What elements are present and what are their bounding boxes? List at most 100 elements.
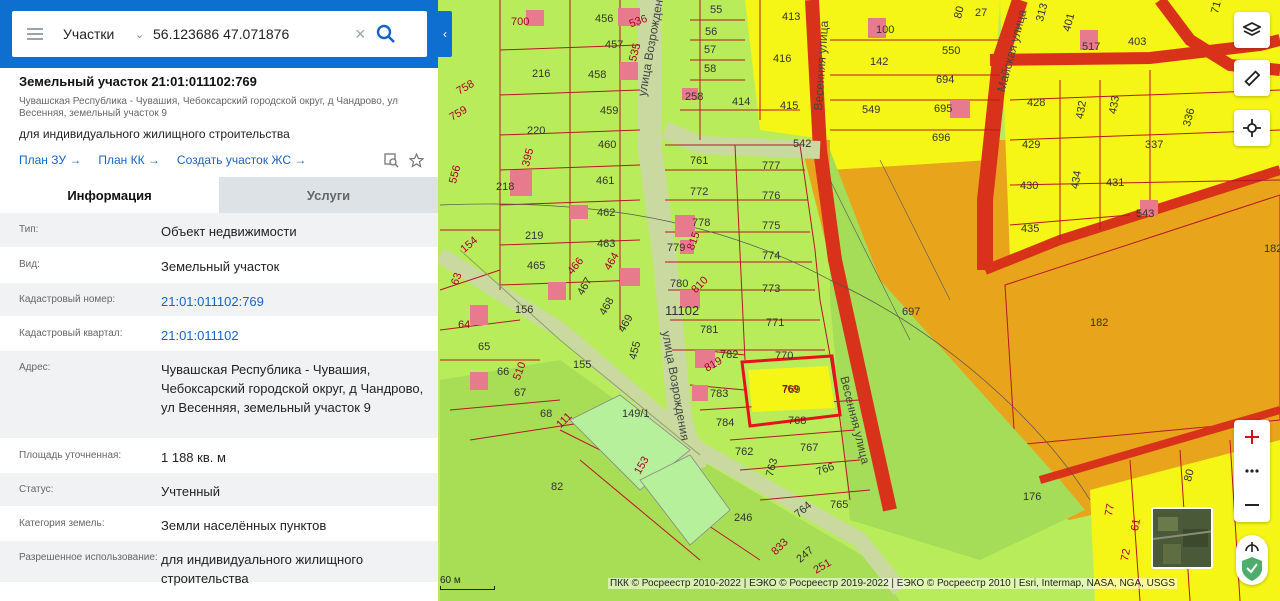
parcel-label: 68	[540, 408, 553, 420]
parcel-label: 771	[766, 317, 785, 329]
parcel-label: 694	[936, 74, 955, 86]
parcel-label: 695	[934, 103, 953, 115]
info-row-label: Вид:	[19, 259, 40, 270]
zoom-in-button[interactable]	[1234, 420, 1270, 454]
parcel-label: 700	[511, 16, 530, 28]
basemap-switch[interactable]	[1151, 507, 1213, 569]
parcel-label: 776	[762, 190, 781, 202]
parcel-label: 246	[734, 512, 753, 524]
parcel-label: 782	[720, 349, 739, 361]
create-parcel-link[interactable]: Создать участок ЖС →	[177, 153, 306, 167]
collapse-panel-button[interactable]: ‹	[438, 11, 452, 57]
parcel-label: 778	[692, 217, 711, 229]
chevron-down-icon[interactable]: ⌄	[135, 28, 145, 41]
parcel-label: 416	[773, 53, 792, 65]
parcel-label: 27	[975, 7, 988, 19]
parcel-label: 456	[595, 13, 614, 25]
info-row-link[interactable]: 21:01:011102	[161, 317, 431, 350]
parcel-label: 543	[1136, 208, 1155, 220]
parcel-label: 156	[515, 304, 534, 316]
info-panel: Участки ⌄ × Земельный участок 21:01:0111…	[0, 0, 438, 601]
parcel-label: 457	[605, 39, 624, 51]
parcel-label: 435	[1021, 223, 1040, 235]
search-input[interactable]	[153, 26, 343, 42]
info-table: Тип: Объект недвижимости Вид: Земельный уча…	[0, 213, 438, 586]
parcel-label: 428	[1027, 97, 1046, 109]
parcel-label: 182	[1264, 243, 1280, 255]
info-row-label: Категория земель:	[19, 518, 105, 529]
info-row: Категория земель: Земли населённых пункто…	[0, 507, 438, 541]
info-row-label: Адрес:	[19, 362, 51, 373]
menu-icon[interactable]	[27, 28, 43, 40]
search-type-select[interactable]: Участки	[63, 26, 125, 42]
favorite-star-icon[interactable]	[408, 151, 425, 168]
tab-info[interactable]: Информация	[0, 177, 219, 213]
parcel-title: Земельный участок 21:01:011102:769	[19, 74, 257, 89]
parcel-label: 777	[762, 160, 781, 172]
info-row-value: Учтенный	[161, 484, 221, 499]
action-icons	[384, 151, 425, 168]
plan-kk-link[interactable]: План КК →	[98, 153, 160, 167]
parcel-label: 542	[793, 138, 812, 150]
parcel-label: 460	[598, 139, 617, 151]
parcel-label: 258	[685, 91, 704, 103]
ruler-icon	[1244, 70, 1261, 87]
search-box: Участки ⌄ ×	[12, 11, 427, 57]
parcel-label: 430	[1020, 180, 1039, 192]
info-row: Адрес: Чувашская Республика - Чувашия, Че…	[0, 351, 438, 439]
chevron-left-icon: ‹	[443, 27, 447, 41]
parcel-label: 66	[497, 366, 510, 378]
parcel-label: 761	[690, 155, 709, 167]
parcel-label: 773	[762, 283, 781, 295]
clear-icon[interactable]: ×	[355, 24, 366, 45]
parcel-label: 770	[775, 350, 794, 362]
parcel-label: 403	[1128, 36, 1147, 48]
parcel-label: 216	[532, 68, 551, 80]
search-bar: Участки ⌄ ×	[0, 0, 438, 68]
parcel-label: 550	[942, 45, 961, 57]
zoom-out-button[interactable]	[1234, 488, 1270, 522]
info-row: Статус: Учтенный	[0, 473, 438, 507]
parcel-label: 100	[876, 24, 895, 36]
info-row-value: Земли населённых пунктов	[161, 518, 327, 533]
parcel-label: 772	[690, 186, 709, 198]
parcel-header: Земельный участок 21:01:011102:769 Чуваш…	[19, 74, 424, 141]
info-row-label: Тип:	[19, 224, 39, 235]
search-button[interactable]	[376, 24, 396, 44]
crosshair-icon	[1243, 119, 1261, 137]
parcel-label: 67	[514, 387, 527, 399]
tab-services[interactable]: Услуги	[219, 177, 438, 213]
parcel-label: 780	[670, 278, 689, 290]
info-row-link[interactable]: 21:01:011102:769	[161, 283, 431, 316]
parcel-label: 61	[1129, 517, 1143, 532]
ruler-button[interactable]	[1234, 60, 1270, 96]
parcel-label: 459	[600, 105, 619, 117]
info-row-label: Площадь уточненная:	[19, 450, 122, 461]
compass-control[interactable]	[1236, 535, 1268, 585]
compass-icon	[1242, 542, 1262, 581]
info-row-value: для индивидуального жилищного строительс…	[161, 552, 364, 586]
parcel-use: для индивидуального жилищного строительс…	[19, 127, 290, 141]
find-on-map-icon[interactable]	[384, 152, 399, 168]
map-attribution: ПКК © Росреестр 2010-2022 | ЕЭКО © Росре…	[608, 578, 1178, 589]
more-button[interactable]	[1234, 454, 1270, 488]
parcel-label: 57	[704, 44, 717, 56]
info-row-label: Статус:	[19, 484, 54, 495]
info-row-value: Чувашская Республика - Чувашия, Чебоксар…	[161, 362, 424, 415]
locate-button[interactable]	[1234, 110, 1270, 146]
parcel-label: 779	[667, 242, 686, 254]
parcel-label: 696	[932, 132, 951, 144]
satellite-thumbnail	[1153, 509, 1211, 567]
search-icon	[376, 24, 395, 43]
info-row-label: Кадастровый номер:	[19, 294, 116, 305]
parcel-label: 55	[710, 4, 723, 16]
parcel-label: 462	[597, 207, 616, 219]
layers-button[interactable]	[1234, 12, 1270, 48]
minus-icon	[1245, 504, 1259, 506]
parcel-label: 176	[1023, 491, 1042, 503]
plan-zu-link[interactable]: План ЗУ →	[19, 153, 81, 167]
parcel-label: 77	[1103, 502, 1117, 517]
parcel-label: 697	[902, 306, 921, 318]
parcel-address: Чувашская Республика - Чувашия, Чебоксар…	[19, 96, 398, 119]
zoom-controls	[1234, 420, 1270, 522]
